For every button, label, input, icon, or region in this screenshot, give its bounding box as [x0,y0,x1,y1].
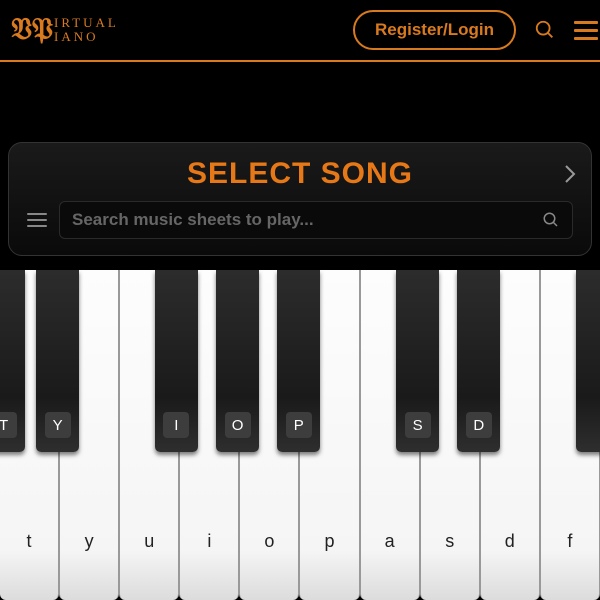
white-key-label: i [207,531,211,552]
menu-icon[interactable] [574,21,600,40]
white-key-label: a [385,531,395,552]
select-song-title: SELECT SONG [27,157,573,191]
song-select-panel: SELECT SONG [8,142,592,256]
header-actions: Register/Login [353,10,600,50]
black-key-blank[interactable] [576,270,600,452]
white-key-label: u [144,531,154,552]
black-key-label: O [225,412,251,438]
black-key-Y[interactable]: Y [36,270,79,452]
white-key-label: f [567,531,572,552]
search-box[interactable] [59,201,573,239]
header: 𝔙𝔓 IRTUAL IANO Register/Login [0,0,600,62]
black-key-label: D [466,412,492,438]
search-icon[interactable] [534,19,556,41]
logo-icon: 𝔙𝔓 [14,12,50,48]
white-key-label: o [264,531,274,552]
black-key-label: I [163,412,189,438]
logo[interactable]: 𝔙𝔓 IRTUAL IANO [14,12,119,48]
white-key-label: p [325,531,335,552]
black-key-label: S [405,412,431,438]
search-icon[interactable] [542,211,560,229]
white-key-label: d [505,531,515,552]
black-key-label: Y [45,412,71,438]
logo-line2: IANO [54,30,119,44]
white-key-label: s [445,531,454,552]
black-key-T[interactable]: T [0,270,25,452]
black-key-S[interactable]: S [396,270,439,452]
chevron-right-icon[interactable] [563,163,577,190]
search-input[interactable] [72,210,542,230]
logo-line1: IRTUAL [54,16,119,30]
black-key-I[interactable]: I [155,270,198,452]
black-key-label: P [286,412,312,438]
black-key-P[interactable]: P [277,270,320,452]
register-login-button[interactable]: Register/Login [353,10,516,50]
black-key-O[interactable]: O [216,270,259,452]
spacer [0,62,600,142]
black-key-D[interactable]: D [457,270,500,452]
white-key-label: y [85,531,94,552]
white-key-label: t [27,531,32,552]
search-row [27,201,573,239]
black-key-label: T [0,412,17,438]
list-icon[interactable] [27,213,47,227]
logo-text: IRTUAL IANO [54,16,119,45]
